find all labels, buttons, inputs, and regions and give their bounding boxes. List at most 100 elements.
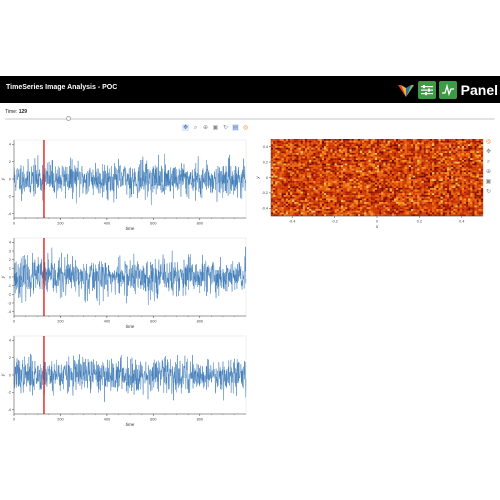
- box-zoom-icon[interactable]: ⌕: [192, 124, 199, 131]
- heatmap-cell: [345, 188, 348, 190]
- reset-icon[interactable]: ↻: [485, 188, 492, 195]
- heatmap-cell: [372, 163, 376, 166]
- heatmap-cell: [307, 172, 310, 175]
- wheel-zoom-icon[interactable]: ⊕: [202, 124, 209, 131]
- heatmap-cell: [330, 202, 333, 204]
- heatmap-cell: [446, 163, 450, 166]
- heatmap-cell: [275, 195, 278, 197]
- heatmap-cell: [438, 149, 441, 152]
- heatmap-cell: [432, 139, 435, 141]
- heatmap-cell: [349, 198, 352, 201]
- heatmap-cell: [283, 205, 286, 208]
- heatmap-cell: [402, 140, 405, 143]
- heatmap-cell: [343, 191, 346, 194]
- heatmap-cell: [474, 207, 477, 210]
- heatmap-cell: [436, 196, 439, 199]
- heatmap-cell: [353, 184, 356, 187]
- heatmap-cell: [404, 175, 407, 178]
- y-tick-label: -1: [8, 284, 11, 288]
- save-icon[interactable]: ▣: [212, 124, 219, 131]
- heatmap-cell: [273, 147, 276, 150]
- heatmap-cell: [436, 186, 439, 189]
- time-slider-handle[interactable]: [65, 116, 71, 121]
- heatmap-cell: [466, 188, 469, 190]
- heatmap-cell: [383, 209, 386, 211]
- heatmap-cell: [328, 205, 331, 208]
- heatmap-cell: [466, 172, 469, 175]
- heatmap-cell: [400, 209, 403, 211]
- heatmap-cell: [343, 147, 346, 150]
- heatmap-cell: [463, 205, 467, 208]
- heatmap-cell: [425, 165, 429, 168]
- timeseries-plot-3[interactable]: 0 200 400 600 800-4-2024timey: [0, 330, 250, 428]
- heatmap-cell: [468, 144, 471, 147]
- heatmap-cell: [366, 175, 369, 178]
- heatmap-cell: [290, 161, 293, 164]
- heatmap-cell: [326, 200, 329, 203]
- pan-icon[interactable]: ✥: [485, 148, 492, 155]
- heatmap-cell: [449, 144, 452, 147]
- heatmap-cell: [315, 177, 318, 180]
- heatmap-cell: [309, 202, 312, 204]
- heatmap-cell: [328, 186, 331, 189]
- heatmap-cell: [351, 172, 354, 175]
- heatmap-cell: [415, 175, 418, 178]
- heatmap-cell: [309, 210, 312, 213]
- time-slider[interactable]: [5, 116, 495, 121]
- heatmap-cell: [347, 175, 350, 178]
- heatmap-cell: [459, 189, 462, 192]
- heatmap-cell: [355, 181, 359, 183]
- heatmap-cell: [340, 151, 344, 154]
- heatmap-cell: [436, 140, 439, 143]
- box-zoom-icon[interactable]: ⌕: [485, 158, 492, 165]
- heatmap-cell: [372, 168, 376, 171]
- heatmap-cell: [271, 170, 274, 173]
- heatmap-cell: [298, 182, 301, 185]
- heatmap-cell: [459, 186, 462, 189]
- heatmap-cell: [309, 167, 312, 169]
- heatmap-cell: [330, 156, 333, 159]
- heatmap-cell: [321, 163, 325, 166]
- heatmap-cell: [436, 158, 439, 161]
- heatmap-cell: [332, 154, 335, 157]
- heatmap-cell: [430, 174, 433, 176]
- timeseries-plot-1[interactable]: 0 200 400 600 800-4-2024timey: [0, 134, 250, 232]
- heatmap-cell: [383, 182, 386, 185]
- heatmap-cell: [432, 203, 435, 206]
- heatmap-cell: [415, 165, 418, 168]
- heatmap-cell: [406, 188, 409, 190]
- heatmap-cell: [383, 177, 386, 180]
- heatmap-cell: [466, 160, 469, 162]
- heatmap-cell: [430, 167, 433, 169]
- heatmap-cell: [334, 212, 337, 215]
- heatmap-cell: [400, 203, 403, 206]
- heatmap-cell: [328, 167, 331, 169]
- hover-icon[interactable]: ▤: [232, 124, 239, 131]
- heatmap-cell: [476, 151, 479, 154]
- heatmap-cell: [279, 163, 282, 166]
- heatmap-cell: [296, 149, 299, 152]
- heatmap-cell: [455, 191, 458, 194]
- heatmap-cell: [294, 205, 297, 208]
- heatmap-cell: [277, 202, 280, 204]
- pan-icon[interactable]: ✥: [182, 124, 189, 131]
- heatmap-cell: [362, 200, 365, 203]
- wheel-zoom-icon[interactable]: ⊕: [485, 168, 492, 175]
- reset-icon[interactable]: ↻: [222, 124, 229, 131]
- heatmap-cell: [432, 184, 435, 187]
- heatmap-cell: [362, 210, 365, 213]
- heatmap-cell: [474, 161, 477, 164]
- save-icon[interactable]: ▣: [485, 178, 492, 185]
- heatmap-cell: [387, 203, 390, 206]
- heatmap-cell: [398, 212, 401, 215]
- heatmap-cell: [468, 205, 471, 208]
- heatmap-cell: [408, 188, 412, 190]
- heatmap-cell: [368, 170, 371, 173]
- heatmap-cell: [364, 154, 367, 157]
- image-plot[interactable]: -0.4 -0.2 0 0.2 0.4-0.4-0.200.20.4xy: [255, 134, 485, 232]
- heatmap-cell: [438, 193, 441, 196]
- heatmap-cell: [438, 189, 441, 192]
- heatmap-cell: [360, 144, 363, 147]
- heatmap-cell: [417, 172, 420, 175]
- timeseries-plot-2[interactable]: 0 200 400 600 800-4-3-2-101234timey: [0, 232, 250, 330]
